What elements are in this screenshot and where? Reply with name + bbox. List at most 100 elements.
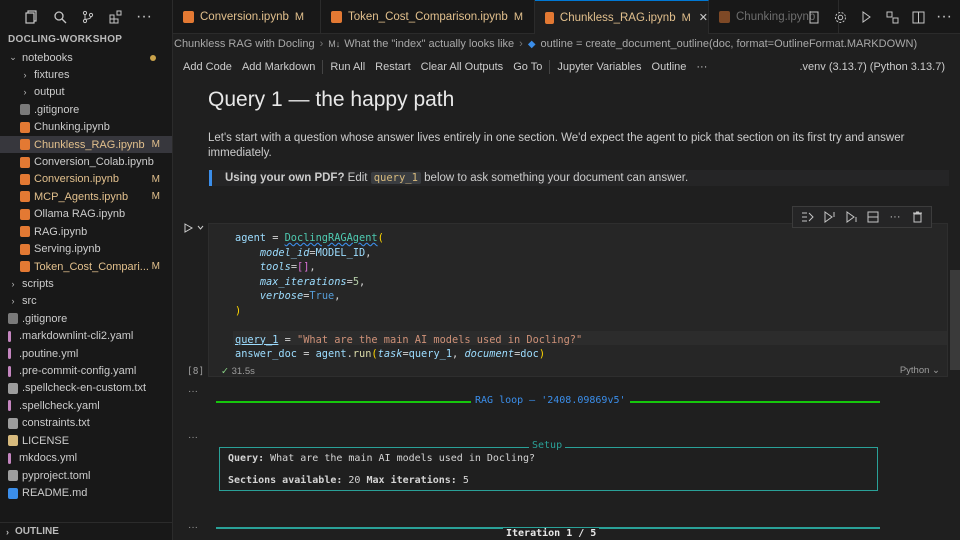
breadcrumb-cell[interactable]: outline = create_document_outline(doc, f… bbox=[541, 38, 918, 50]
tree-item-gitignore[interactable]: .gitignore bbox=[0, 101, 172, 118]
jupyter-variables-button[interactable]: Jupyter Variables bbox=[552, 61, 646, 73]
rag-loop-label: RAG loop — '2408.09869v5' bbox=[471, 395, 630, 406]
quote-bold: Using your own PDF? bbox=[225, 172, 345, 184]
tree-item-label: Conversion_Colab.ipynb bbox=[34, 156, 154, 169]
tree-item-token-cost-compari[interactable]: Token_Cost_Compari... M bbox=[0, 258, 172, 275]
more-icon[interactable]: ··· bbox=[936, 8, 952, 25]
tree-item-label: Token_Cost_Compari... bbox=[34, 260, 149, 273]
output-collapse-dots[interactable]: ··· bbox=[188, 386, 198, 397]
tree-item-chunking-ipynb[interactable]: Chunking.ipynb bbox=[0, 119, 172, 136]
notebook-file-icon bbox=[20, 243, 30, 255]
modified-badge: M bbox=[681, 11, 691, 24]
go-to-button[interactable]: Go To bbox=[508, 61, 547, 73]
extensions-icon[interactable] bbox=[108, 9, 124, 25]
compare-icon[interactable] bbox=[884, 9, 900, 25]
modified-badge: M bbox=[151, 191, 160, 203]
notebook-file-icon bbox=[20, 261, 30, 273]
source-control-icon[interactable] bbox=[80, 9, 96, 25]
yaml-file-icon bbox=[8, 365, 11, 377]
search-icon[interactable] bbox=[52, 9, 68, 25]
yaml-file-icon bbox=[8, 452, 11, 464]
restart-button[interactable]: Restart bbox=[370, 61, 415, 73]
split-cell-icon[interactable] bbox=[866, 210, 880, 224]
more-actions-button[interactable]: ··· bbox=[691, 61, 712, 73]
output-collapse-dots[interactable]: ··· bbox=[188, 432, 198, 443]
explorer-sidebar: ··· DOCLING-WORKSHOP ⌄ notebooks › fixtures… bbox=[0, 0, 173, 540]
tree-item-license[interactable]: LICENSE bbox=[0, 432, 172, 449]
tree-item-chunkless-rag-ipynb[interactable]: Chunkless_RAG.ipynb M bbox=[0, 136, 172, 154]
tree-item-mcp-agents-ipynb[interactable]: MCP_Agents.ipynb M bbox=[0, 188, 172, 205]
tree-item-rag-ipynb[interactable]: RAG.ipynb bbox=[0, 223, 172, 240]
tree-item-label: .spellcheck-en-custom.txt bbox=[22, 382, 147, 395]
tree-item-output[interactable]: › output bbox=[0, 84, 172, 101]
add-code-button[interactable]: Add Code bbox=[173, 61, 237, 73]
toolbar-divider bbox=[322, 60, 324, 74]
scrollbar-thumb[interactable] bbox=[950, 270, 960, 370]
tree-item-pyproject-toml[interactable]: pyproject.toml bbox=[0, 467, 172, 484]
run-all-button[interactable]: Run All bbox=[325, 61, 370, 73]
license-file-icon bbox=[8, 435, 18, 447]
kernel-picker[interactable]: .venv (3.13.7) (Python 3.13.7) bbox=[799, 56, 945, 78]
breadcrumb-section[interactable]: What the "index" actually looks like bbox=[344, 38, 514, 50]
editor-actions: ··· bbox=[806, 8, 952, 25]
cell-language-picker[interactable]: Python ⌄ bbox=[900, 365, 940, 376]
tree-item-label: .gitignore bbox=[34, 103, 80, 116]
execute-below-icon[interactable] bbox=[844, 210, 858, 224]
tab-conversion[interactable]: Conversion.ipynb M bbox=[173, 0, 321, 34]
tree-item-conversion-ipynb[interactable]: Conversion.ipynb M bbox=[0, 171, 172, 188]
execution-count: [8] bbox=[187, 366, 205, 377]
breadcrumb-notebook[interactable]: Chunkless RAG with Docling bbox=[174, 38, 315, 50]
tree-item-conversion-colab-ipynb[interactable]: Conversion_Colab.ipynb bbox=[0, 154, 172, 171]
tab-label: Chunkless_RAG.ipynb bbox=[559, 11, 676, 24]
tree-item-mkdocs-yml[interactable]: mkdocs.yml bbox=[0, 450, 172, 467]
run-by-line-icon[interactable] bbox=[800, 210, 814, 224]
tree-item-fixtures[interactable]: › fixtures bbox=[0, 66, 172, 83]
add-markdown-button[interactable]: Add Markdown bbox=[237, 61, 320, 73]
tree-item-readme-md[interactable]: README.md bbox=[0, 485, 172, 502]
tree-item-spellcheck-en-custom-txt[interactable]: .spellcheck-en-custom.txt bbox=[0, 380, 172, 397]
trash-icon[interactable] bbox=[910, 210, 924, 224]
execute-above-icon[interactable] bbox=[822, 210, 836, 224]
output-collapse-dots[interactable]: ··· bbox=[188, 522, 198, 533]
more-icon[interactable]: ··· bbox=[888, 210, 902, 224]
tree-item-scripts[interactable]: › scripts bbox=[0, 275, 172, 292]
sidebar-toolbar: ··· bbox=[0, 0, 173, 34]
notebook-file-icon bbox=[20, 139, 30, 151]
quote-text: Edit bbox=[344, 172, 371, 184]
tree-item-pre-commit-config-yaml[interactable]: .pre-commit-config.yaml bbox=[0, 363, 172, 380]
tree-item-serving-ipynb[interactable]: Serving.ipynb bbox=[0, 241, 172, 258]
tree-item-ollama-rag-ipynb[interactable]: Ollama RAG.ipynb bbox=[0, 206, 172, 223]
tab-chunkless-rag[interactable]: Chunkless_RAG.ipynb M ✕ bbox=[535, 0, 709, 34]
clear-outputs-button[interactable]: Clear All Outputs bbox=[416, 61, 509, 73]
tree-item-label: Chunkless_RAG.ipynb bbox=[34, 138, 145, 151]
gear-icon[interactable] bbox=[832, 9, 848, 25]
outline-section-header[interactable]: › OUTLINE bbox=[0, 522, 172, 540]
tree-item-label: .pre-commit-config.yaml bbox=[19, 365, 137, 378]
tree-item-src[interactable]: › src bbox=[0, 293, 172, 310]
tree-item-poutine-yml[interactable]: .poutine.yml bbox=[0, 345, 172, 362]
notebook-icon[interactable] bbox=[806, 9, 822, 25]
tree-item-spellcheck-yaml[interactable]: .spellcheck.yaml bbox=[0, 397, 172, 414]
outline-button[interactable]: Outline bbox=[647, 61, 692, 73]
chevron-right-icon: › bbox=[23, 87, 27, 98]
more-icon[interactable]: ··· bbox=[136, 8, 152, 25]
tree-item-gitignore[interactable]: .gitignore bbox=[0, 310, 172, 327]
tree-item-markdownlint-cli2-yaml[interactable]: .markdownlint-cli2.yaml bbox=[0, 328, 172, 345]
code-editor[interactable]: agent = DoclingRAGAgent( model_id=MODEL_… bbox=[235, 231, 582, 362]
tree-item-label: Conversion.ipynb bbox=[34, 173, 119, 186]
split-editor-icon[interactable] bbox=[910, 9, 926, 25]
tree-item-label: constraints.txt bbox=[22, 417, 90, 430]
run-icon[interactable] bbox=[858, 9, 874, 25]
chevron-right-icon: › bbox=[6, 526, 9, 537]
inline-code: query_1 bbox=[370, 172, 421, 184]
tab-token-cost-comparison[interactable]: Token_Cost_Comparison.ipynb M bbox=[321, 0, 535, 34]
run-cell-button[interactable] bbox=[184, 223, 204, 236]
notebook-editor: Query 1 — the happy path Let's start wit… bbox=[173, 80, 960, 540]
git-file-icon bbox=[8, 313, 18, 325]
tree-item-constraints-txt[interactable]: constraints.txt bbox=[0, 415, 172, 432]
vertical-scrollbar[interactable] bbox=[950, 80, 960, 540]
explorer-files-icon[interactable] bbox=[24, 9, 40, 25]
tree-item-notebooks[interactable]: ⌄ notebooks bbox=[0, 49, 172, 66]
notebook-toolbar: Add Code Add Markdown Run All Restart Cl… bbox=[173, 56, 960, 78]
close-icon[interactable]: ✕ bbox=[699, 11, 708, 24]
